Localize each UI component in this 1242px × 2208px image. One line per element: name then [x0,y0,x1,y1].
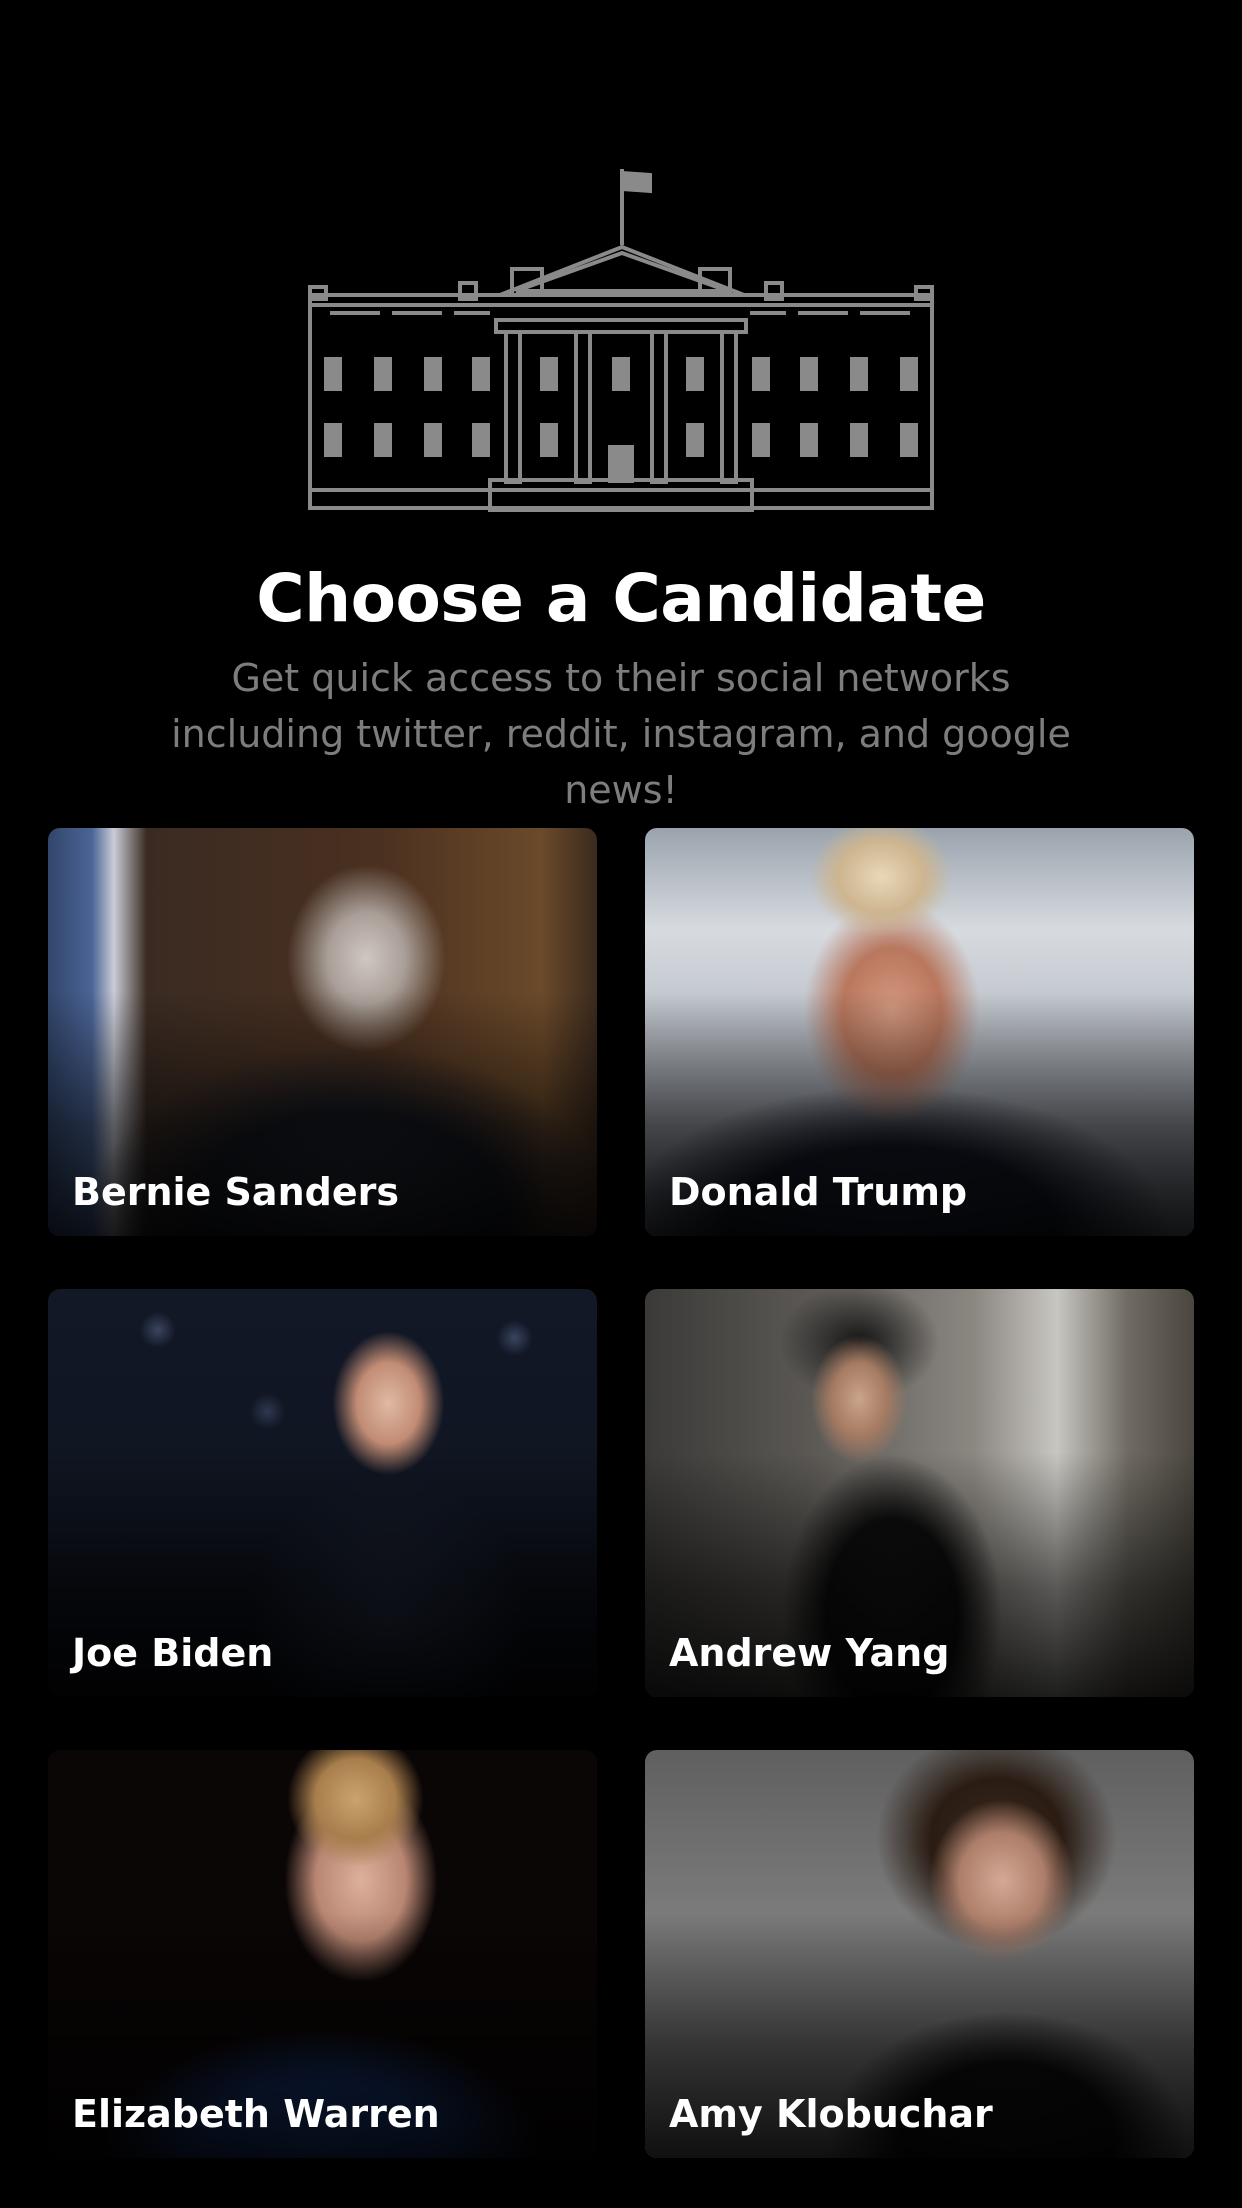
candidate-name: Donald Trump [669,1170,968,1214]
candidate-name: Joe Biden [72,1631,274,1675]
candidate-card-andrew-yang[interactable]: Andrew Yang [645,1289,1194,1697]
candidate-card-bernie-sanders[interactable]: Bernie Sanders [48,828,597,1236]
header: Choose a Candidate Get quick access to t… [0,0,1242,812]
candidate-name: Bernie Sanders [72,1170,399,1214]
candidate-card-elizabeth-warren[interactable]: Elizabeth Warren [48,1750,597,2158]
candidate-name: Andrew Yang [669,1631,950,1675]
white-house-icon [308,169,934,512]
page-subtitle: Get quick access to their social network… [171,656,1071,812]
page-title: Choose a Candidate [256,560,986,637]
candidate-card-donald-trump[interactable]: Donald Trump [645,828,1194,1236]
candidate-card-joe-biden[interactable]: Joe Biden [48,1289,597,1697]
candidate-card-amy-klobuchar[interactable]: Amy Klobuchar [645,1750,1194,2158]
candidate-name: Elizabeth Warren [72,2092,440,2136]
candidate-name: Amy Klobuchar [669,2092,993,2136]
